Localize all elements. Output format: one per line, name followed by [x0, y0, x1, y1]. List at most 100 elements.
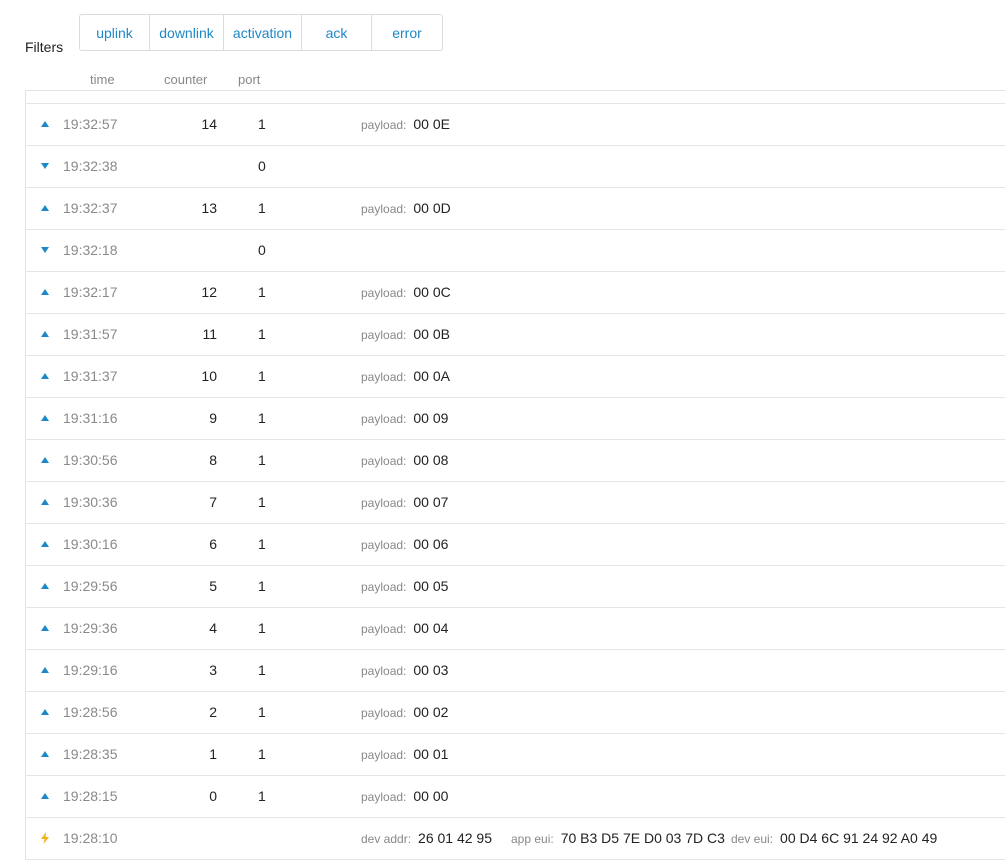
table-row[interactable]: 19:28:10 dev addr: 26 01 42 95 app eui: 70 B…	[26, 818, 1005, 860]
row-time: 19:29:16	[63, 662, 118, 678]
table-row[interactable]: 19:30:16 6 1 payload: 00 06	[26, 524, 1005, 566]
table-row[interactable]: 19:29:16 3 1 payload: 00 03	[26, 650, 1005, 692]
row-time: 19:31:57	[63, 326, 118, 342]
row-time: 19:31:16	[63, 410, 118, 426]
row-app-eui-label: app eui:	[511, 832, 554, 846]
table-row[interactable]: 19:32:57 14 1 payload: 00 0E	[26, 104, 1005, 146]
filter-ack-button[interactable]: ack	[302, 15, 372, 50]
uplink-arrow-icon	[40, 538, 50, 550]
row-port: 1	[258, 620, 266, 636]
row-payload: payload: 00 05	[361, 578, 448, 594]
row-payload: payload: 00 0B	[361, 326, 450, 342]
filters-label: Filters	[25, 39, 64, 55]
uplink-arrow-icon	[40, 790, 50, 802]
table-row[interactable]: 19:32:38 0	[26, 146, 1005, 188]
uplink-arrow-icon	[40, 412, 50, 424]
row-payload: payload: 00 0D	[361, 200, 451, 216]
filter-uplink-button[interactable]: uplink	[80, 15, 150, 50]
row-port: 1	[258, 200, 266, 216]
row-counter: 5	[209, 578, 217, 594]
filter-downlink-button[interactable]: downlink	[150, 15, 224, 50]
row-payload: payload: 00 0E	[361, 116, 450, 132]
row-payload-value: 00 0D	[413, 200, 451, 216]
row-payload-label: payload:	[361, 706, 407, 720]
row-payload: payload: 00 07	[361, 494, 448, 510]
row-port: 1	[258, 326, 266, 342]
uplink-arrow-icon	[40, 496, 50, 508]
row-payload: payload: 00 04	[361, 620, 448, 636]
row-counter: 7	[209, 494, 217, 510]
table-row[interactable]: 19:28:56 2 1 payload: 00 02	[26, 692, 1005, 734]
table-row[interactable]: 19:30:56 8 1 payload: 00 08	[26, 440, 1005, 482]
row-time: 19:28:35	[63, 746, 118, 762]
row-counter: 6	[209, 536, 217, 552]
filter-button-group: uplink downlink activation ack error	[79, 14, 443, 51]
row-payload-value: 00 09	[413, 410, 449, 426]
row-payload-label: payload:	[361, 748, 407, 762]
messages-list: 19:32:57 14 1 payload: 00 0E 19:32:38 0 19:32:3…	[26, 104, 1005, 860]
row-counter: 3	[209, 662, 217, 678]
row-payload-value: 00 01	[413, 746, 449, 762]
uplink-arrow-icon	[40, 664, 50, 676]
row-time: 19:30:56	[63, 452, 118, 468]
row-payload: payload: 00 0C	[361, 284, 451, 300]
row-payload-label: payload:	[361, 580, 407, 594]
table-row[interactable]: 19:32:17 12 1 payload: 00 0C	[26, 272, 1005, 314]
row-time: 19:30:16	[63, 536, 118, 552]
column-header-counter: counter	[164, 72, 208, 87]
row-time: 19:28:56	[63, 704, 118, 720]
row-payload-label: payload:	[361, 370, 407, 384]
row-payload-value: 00 00	[413, 788, 449, 804]
row-payload-value: 00 0B	[413, 326, 450, 342]
row-time: 19:32:57	[63, 116, 118, 132]
row-counter: 4	[209, 620, 217, 636]
row-payload-label: payload:	[361, 538, 407, 552]
table-row[interactable]: 19:31:16 9 1 payload: 00 09	[26, 398, 1005, 440]
row-port: 1	[258, 116, 266, 132]
row-counter: 10	[201, 368, 217, 384]
row-port: 1	[258, 704, 266, 720]
uplink-arrow-icon	[40, 748, 50, 760]
row-port: 1	[258, 452, 266, 468]
row-counter: 2	[209, 704, 217, 720]
table-top-spacer	[26, 91, 1005, 104]
row-payload-value: 00 0C	[413, 284, 451, 300]
row-dev-eui-label: dev eui:	[731, 832, 774, 846]
row-payload-value: 00 02	[413, 704, 449, 720]
row-time: 19:31:37	[63, 368, 118, 384]
row-time: 19:32:37	[63, 200, 118, 216]
table-row[interactable]: 19:32:37 13 1 payload: 00 0D	[26, 188, 1005, 230]
row-payload-label: payload:	[361, 496, 407, 510]
filters-bar: Filters uplink downlink activation ack e…	[0, 0, 1005, 70]
filter-activation-button[interactable]: activation	[224, 15, 302, 50]
table-row[interactable]: 19:31:37 10 1 payload: 00 0A	[26, 356, 1005, 398]
row-payload-value: 00 06	[413, 536, 449, 552]
row-port: 1	[258, 410, 266, 426]
row-payload: payload: 00 00	[361, 788, 448, 804]
row-port: 1	[258, 494, 266, 510]
row-counter: 1	[209, 746, 217, 762]
table-row[interactable]: 19:29:36 4 1 payload: 00 04	[26, 608, 1005, 650]
uplink-arrow-icon	[40, 370, 50, 382]
row-counter: 14	[201, 116, 217, 132]
row-payload-value: 00 04	[413, 620, 449, 636]
row-payload-label: payload:	[361, 790, 407, 804]
row-dev-addr: dev addr: 26 01 42 95	[361, 830, 492, 846]
table-row[interactable]: 19:28:15 0 1 payload: 00 00	[26, 776, 1005, 818]
table-row[interactable]: 19:29:56 5 1 payload: 00 05	[26, 566, 1005, 608]
row-port: 1	[258, 578, 266, 594]
lightning-icon	[40, 832, 50, 844]
row-payload-value: 00 05	[413, 578, 449, 594]
table-row[interactable]: 19:30:36 7 1 payload: 00 07	[26, 482, 1005, 524]
row-app-eui: app eui: 70 B3 D5 7E D0 03 7D C3	[511, 830, 725, 846]
column-header-port: port	[238, 72, 261, 87]
row-counter: 11	[202, 326, 217, 342]
table-row[interactable]: 19:31:57 11 1 payload: 00 0B	[26, 314, 1005, 356]
table-row[interactable]: 19:28:35 1 1 payload: 00 01	[26, 734, 1005, 776]
row-counter: 12	[201, 284, 217, 300]
row-port: 1	[258, 662, 266, 678]
table-row[interactable]: 19:32:18 0	[26, 230, 1005, 272]
uplink-arrow-icon	[40, 328, 50, 340]
filter-error-button[interactable]: error	[372, 15, 442, 50]
uplink-arrow-icon	[40, 706, 50, 718]
